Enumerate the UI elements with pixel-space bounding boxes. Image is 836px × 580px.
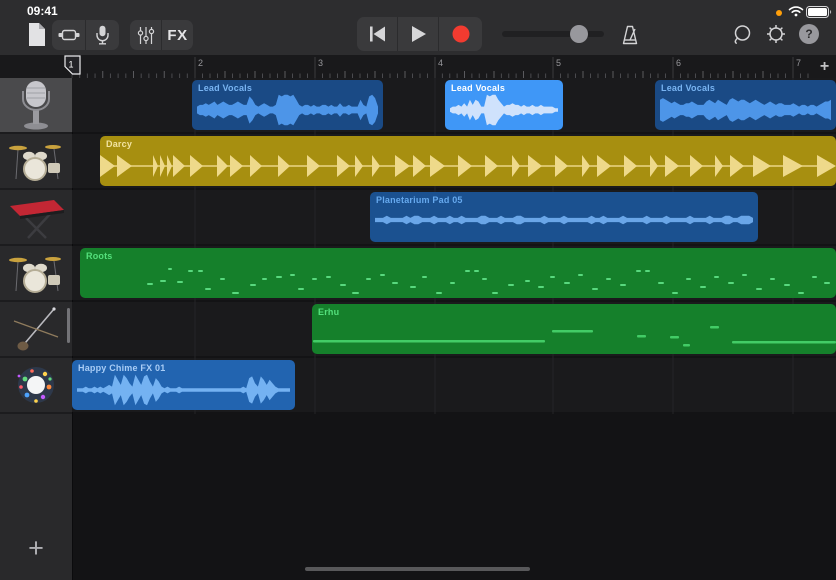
skip-to-start-icon xyxy=(365,23,389,45)
horizontal-scroll-indicator[interactable] xyxy=(305,567,530,571)
track-header-erhu[interactable] xyxy=(0,302,72,356)
track-header-separator xyxy=(0,188,72,190)
view-button-group xyxy=(52,20,119,50)
track-view-button[interactable] xyxy=(52,20,85,50)
document-button[interactable] xyxy=(22,20,52,48)
region-lead-vocals[interactable]: Lead Vocals xyxy=(445,80,563,130)
track-header-keys[interactable] xyxy=(0,190,72,244)
battery-icon xyxy=(806,6,832,18)
region-label: Lead Vocals xyxy=(661,83,715,93)
ruler-bar-number: 6 xyxy=(676,58,681,68)
vertical-scroll-indicator[interactable] xyxy=(67,308,70,343)
add-track-button[interactable]: + xyxy=(20,532,52,564)
wifi-icon xyxy=(788,5,804,17)
erhu-icon xyxy=(10,303,62,355)
record-icon xyxy=(451,24,471,44)
ruler-bar-number: 2 xyxy=(198,58,203,68)
region-lead-vocals[interactable]: Lead Vocals xyxy=(192,80,383,130)
play-button[interactable] xyxy=(397,17,438,51)
region-planetarium-pad-05[interactable]: Planetarium Pad 05 xyxy=(370,192,758,242)
track-header-separator xyxy=(0,244,72,246)
transport-controls xyxy=(357,17,482,51)
ruler-ticks: 2 3 4 5 6 7 xyxy=(0,55,836,78)
drum-kit-icon xyxy=(8,251,64,295)
region-label: Lead Vocals xyxy=(198,83,252,93)
track-header-separator xyxy=(0,300,72,302)
region-label: Darcy xyxy=(106,139,132,149)
drum-kit-icon xyxy=(8,139,64,183)
region-label: Roots xyxy=(86,251,113,261)
remix-fx-button[interactable]: FX xyxy=(161,20,193,50)
microphone-icon xyxy=(95,25,110,45)
loop-browser-icon xyxy=(731,24,753,46)
garageband-tracks-view: 09:41 xyxy=(0,0,836,580)
loop-browser-button[interactable] xyxy=(731,24,753,46)
master-volume-slider[interactable] xyxy=(502,31,604,37)
ruler-bar-number: 5 xyxy=(556,58,561,68)
region-happy-chime-fx-01[interactable]: Happy Chime FX 01 xyxy=(72,360,295,410)
region-erhu[interactable]: Erhu xyxy=(312,304,836,354)
settings-button[interactable] xyxy=(765,23,787,45)
track-header-column xyxy=(0,78,73,580)
skip-to-start-button[interactable] xyxy=(357,17,397,51)
play-icon xyxy=(407,23,429,45)
region-label: Planetarium Pad 05 xyxy=(376,195,463,205)
record-button[interactable] xyxy=(438,17,482,51)
playhead[interactable]: 1 xyxy=(64,55,81,76)
ruler-bar-number: 4 xyxy=(438,58,443,68)
region-label: Happy Chime FX 01 xyxy=(78,363,165,373)
help-button[interactable]: ? xyxy=(799,24,819,44)
ruler-add-button[interactable]: + xyxy=(813,55,836,78)
track-view-icon xyxy=(58,28,80,42)
ruler-bar-number: 7 xyxy=(796,58,801,68)
studio-mic-icon xyxy=(14,79,58,131)
top-toolbar: 09:41 xyxy=(0,0,836,55)
track-header-separator xyxy=(0,412,72,414)
mic-active-indicator xyxy=(776,10,782,16)
region-label: Lead Vocals xyxy=(451,83,505,93)
fx-ball-icon xyxy=(12,361,60,409)
track-header-fx[interactable] xyxy=(0,358,72,412)
region-label: Erhu xyxy=(318,307,339,317)
master-volume-thumb[interactable] xyxy=(570,25,588,43)
mixer-button[interactable] xyxy=(130,20,161,50)
ruler-bar-number: 3 xyxy=(318,58,323,68)
metronome-button[interactable] xyxy=(619,24,641,46)
playhead-bar-number: 1 xyxy=(69,60,74,70)
status-time: 09:41 xyxy=(27,4,58,18)
track-header-separator xyxy=(0,356,72,358)
track-header-drums-1[interactable] xyxy=(0,134,72,188)
region-darcy[interactable]: Darcy xyxy=(100,136,836,186)
settings-gear-icon xyxy=(765,23,787,45)
track-header-drums-2[interactable] xyxy=(0,246,72,300)
keyboard-icon xyxy=(6,194,66,240)
region-lead-vocals[interactable]: Lead Vocals xyxy=(655,80,836,130)
document-icon xyxy=(27,22,47,47)
mixer-sliders-icon xyxy=(137,26,155,45)
controls-button-group: FX xyxy=(130,20,193,50)
region-roots[interactable]: Roots xyxy=(80,248,836,298)
microphone-button[interactable] xyxy=(85,20,119,50)
bar-ruler[interactable]: 2 3 4 5 6 7 xyxy=(0,55,836,78)
metronome-icon xyxy=(620,25,640,45)
track-header-separator xyxy=(0,132,72,134)
track-header-vocals[interactable] xyxy=(0,78,72,132)
